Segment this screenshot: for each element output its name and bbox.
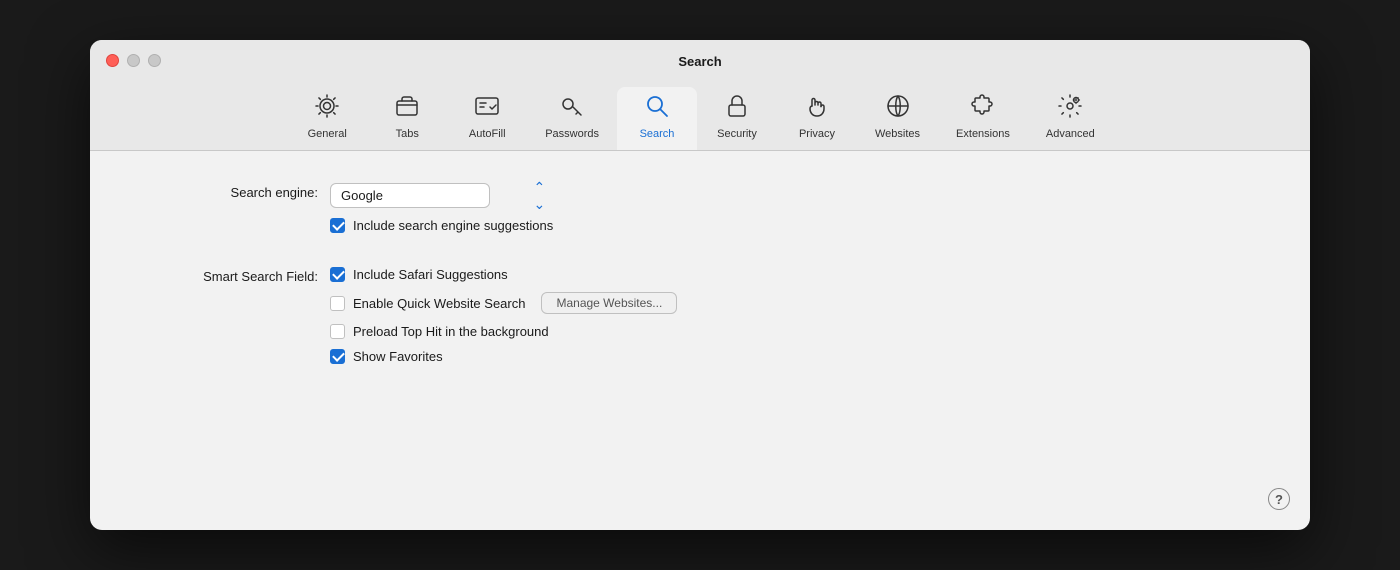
tab-passwords-label: Passwords — [545, 128, 599, 140]
globe-icon — [885, 93, 911, 124]
enable-quick-checkbox[interactable] — [330, 296, 345, 311]
tab-security[interactable]: Security — [697, 87, 777, 150]
autofill-icon — [474, 93, 500, 124]
traffic-lights — [106, 54, 161, 67]
advanced-icon — [1057, 93, 1083, 124]
tab-general-label: General — [308, 128, 347, 140]
tab-extensions-label: Extensions — [956, 128, 1010, 140]
search-engine-controls: Google Yahoo Bing DuckDuckGo Ecosia ⌃⌄ I… — [330, 183, 553, 233]
tab-privacy-label: Privacy — [799, 128, 835, 140]
tab-websites-label: Websites — [875, 128, 920, 140]
minimize-button[interactable] — [127, 54, 140, 67]
include-safari-row: Include Safari Suggestions — [330, 267, 677, 282]
include-suggestions-checkbox[interactable] — [330, 218, 345, 233]
tab-search-label: Search — [640, 128, 675, 140]
tab-autofill[interactable]: AutoFill — [447, 87, 527, 150]
enable-quick-row: Enable Quick Website Search Manage Websi… — [330, 292, 677, 314]
help-button[interactable]: ? — [1268, 488, 1290, 510]
smart-search-controls: Include Safari Suggestions Enable Quick … — [330, 267, 677, 364]
tab-tabs-label: Tabs — [396, 128, 419, 140]
chevron-down-icon: ⌃⌄ — [533, 179, 545, 213]
lock-icon — [724, 93, 750, 124]
spacer — [130, 249, 1270, 259]
tab-general[interactable]: General — [287, 87, 367, 150]
tab-security-label: Security — [717, 128, 757, 140]
preload-top-row: Preload Top Hit in the background — [330, 324, 677, 339]
titlebar: Search — [90, 40, 1310, 79]
window-title: Search — [106, 54, 1294, 79]
tab-tabs[interactable]: Tabs — [367, 87, 447, 150]
tab-autofill-label: AutoFill — [469, 128, 506, 140]
tab-websites[interactable]: Websites — [857, 87, 938, 150]
gear-icon — [314, 93, 340, 124]
tabs-icon — [394, 93, 420, 124]
smart-search-row: Smart Search Field: Include Safari Sugge… — [130, 267, 1270, 364]
tab-advanced-label: Advanced — [1046, 128, 1095, 140]
show-favorites-row: Show Favorites — [330, 349, 677, 364]
show-favorites-label: Show Favorites — [353, 349, 443, 364]
key-icon — [559, 93, 585, 124]
smart-search-label: Smart Search Field: — [130, 267, 330, 284]
enable-quick-label: Enable Quick Website Search — [353, 296, 525, 311]
toolbar: General Tabs AutoFill — [90, 79, 1310, 151]
search-engine-row: Search engine: Google Yahoo Bing DuckDuc… — [130, 183, 1270, 233]
include-safari-label: Include Safari Suggestions — [353, 267, 508, 282]
search-icon — [644, 93, 670, 124]
show-favorites-checkbox[interactable] — [330, 349, 345, 364]
preload-top-checkbox[interactable] — [330, 324, 345, 339]
tab-search[interactable]: Search — [617, 87, 697, 150]
tab-extensions[interactable]: Extensions — [938, 87, 1028, 150]
tab-privacy[interactable]: Privacy — [777, 87, 857, 150]
puzzle-icon — [970, 93, 996, 124]
search-engine-label: Search engine: — [130, 183, 330, 200]
tab-passwords[interactable]: Passwords — [527, 87, 617, 150]
search-engine-dropdown-wrapper: Google Yahoo Bing DuckDuckGo Ecosia ⌃⌄ — [330, 183, 553, 208]
search-engine-select[interactable]: Google Yahoo Bing DuckDuckGo Ecosia — [330, 183, 490, 208]
preferences-window: Search General Tabs — [90, 40, 1310, 530]
maximize-button[interactable] — [148, 54, 161, 67]
main-content: Search engine: Google Yahoo Bing DuckDuc… — [90, 151, 1310, 420]
hand-icon — [804, 93, 830, 124]
tab-advanced[interactable]: Advanced — [1028, 87, 1113, 150]
include-suggestions-label: Include search engine suggestions — [353, 218, 553, 233]
include-safari-checkbox[interactable] — [330, 267, 345, 282]
preload-top-label: Preload Top Hit in the background — [353, 324, 549, 339]
include-suggestions-row: Include search engine suggestions — [330, 218, 553, 233]
close-button[interactable] — [106, 54, 119, 67]
manage-websites-button[interactable]: Manage Websites... — [541, 292, 677, 314]
